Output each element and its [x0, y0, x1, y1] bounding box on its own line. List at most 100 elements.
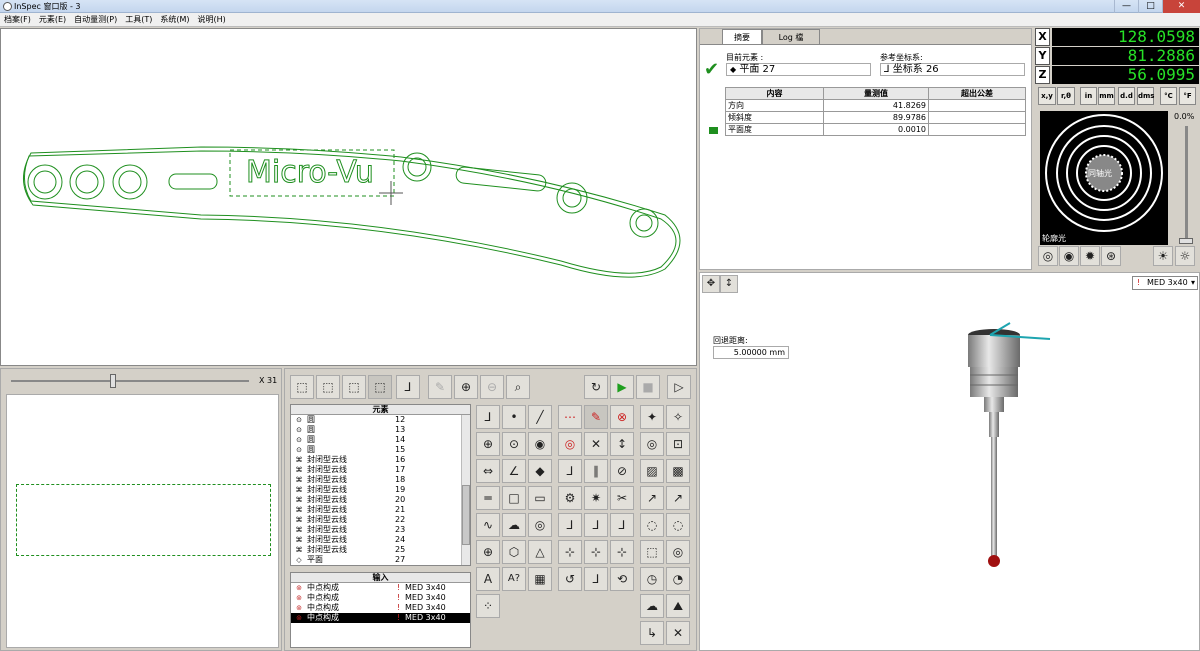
- circle-plus-icon[interactable]: ⊕: [476, 432, 500, 456]
- translate-x-icon[interactable]: ⊹: [558, 540, 582, 564]
- align-x-icon[interactable]: ⅃: [558, 513, 582, 537]
- ring-icon[interactable]: ◎: [528, 513, 552, 537]
- input-row[interactable]: ⊚ 中点构成! MED 3x40: [291, 613, 470, 623]
- measurement-row[interactable]: 平面度 0.0010: [725, 123, 1026, 136]
- target-circle-icon[interactable]: ⊗: [610, 405, 634, 429]
- align-y-icon[interactable]: ⅃: [584, 513, 608, 537]
- feature-row[interactable]: ⌘ 封闭型云线 23: [291, 525, 470, 535]
- decimal-degree-button[interactable]: d.d: [1118, 87, 1135, 105]
- hexagon-dashed-icon[interactable]: ◌: [666, 513, 690, 537]
- edge-trace-icon[interactable]: ✂: [610, 486, 634, 510]
- cross-icon[interactable]: ✕: [584, 432, 608, 456]
- dotted-line-icon[interactable]: ⋯: [558, 405, 582, 429]
- input-row[interactable]: ⊚ 中点构成! MED 3x40: [291, 593, 470, 603]
- gear-icon[interactable]: ⚙: [558, 486, 582, 510]
- perpendicular-icon[interactable]: ⅃: [558, 459, 582, 483]
- spline-icon[interactable]: ∿: [476, 513, 500, 537]
- input-row[interactable]: ⊚ 中点构成! MED 3x40: [291, 603, 470, 613]
- cone-icon[interactable]: △: [528, 540, 552, 564]
- light-segments-icon[interactable]: ✹: [1080, 246, 1100, 266]
- step-icon[interactable]: ▷: [667, 375, 691, 399]
- light-single-icon[interactable]: ◎: [1038, 246, 1058, 266]
- clock-icon[interactable]: ◷: [640, 567, 664, 591]
- crosshair-star-icon[interactable]: ✦: [640, 405, 664, 429]
- cross-axis-icon[interactable]: ✕: [666, 621, 690, 645]
- double-line-icon[interactable]: ═: [476, 486, 500, 510]
- mm-unit-button[interactable]: mm: [1098, 87, 1115, 105]
- maximize-button[interactable]: □: [1138, 0, 1162, 13]
- feature-row[interactable]: ⌘ 封闭型云线 19: [291, 485, 470, 495]
- feature-list[interactable]: 元素 ⊙ 圆 12 ⊙ 圆 13 ⊙ 圆 14 ⊙ 圆 15 ⌘ 封闭型云线 16 ⌘ 封闭型云线 17 ⌘ 封闭型云…: [290, 404, 471, 566]
- view-cube-iso-icon[interactable]: ⬚: [368, 375, 392, 399]
- feature-row[interactable]: ⌘ 封闭型云线 25: [291, 545, 470, 555]
- input-row[interactable]: ⊚ 中点构成! MED 3x40: [291, 583, 470, 593]
- feature-row[interactable]: ⊙ 圆 12: [291, 415, 470, 425]
- drawing-viewer[interactable]: Micro-Vu: [0, 28, 697, 366]
- zero-icon[interactable]: ⊘: [610, 459, 634, 483]
- cylinder-icon[interactable]: ⬡: [502, 540, 526, 564]
- menu-tools[interactable]: 工具(T): [121, 13, 156, 26]
- zoom-slider-track[interactable]: [11, 380, 249, 382]
- fahrenheit-button[interactable]: °F: [1179, 87, 1196, 105]
- frame-icon[interactable]: ⬚: [640, 540, 664, 564]
- input-list[interactable]: 输入 ⊚ 中点构成! MED 3x40 ⊚ 中点构成! MED 3x40 ⊚ 中点构成! MED…: [290, 572, 471, 648]
- angle-icon[interactable]: ∠: [502, 459, 526, 483]
- axis-rotate-icon[interactable]: ⅃: [584, 567, 608, 591]
- translate-z-icon[interactable]: ⊹: [610, 540, 634, 564]
- measurement-row[interactable]: 倾斜度 89.9786: [725, 111, 1026, 124]
- crosshair-star2-icon[interactable]: ✧: [666, 405, 690, 429]
- close-button[interactable]: ✕: [1162, 0, 1200, 13]
- sphere-icon[interactable]: ⊕: [476, 540, 500, 564]
- rotate-icon[interactable]: ↺: [558, 567, 582, 591]
- circle-dim-icon[interactable]: ◎: [640, 432, 664, 456]
- probe-cluster-icon[interactable]: ✎: [584, 405, 608, 429]
- stop-icon[interactable]: ■: [636, 375, 660, 399]
- brightness-up-icon[interactable]: ☼: [1175, 246, 1195, 266]
- zoom-slider-thumb[interactable]: [110, 374, 117, 388]
- menu-auto-measure[interactable]: 自动量测(P): [70, 13, 121, 26]
- vertical-move-icon[interactable]: ↕: [720, 275, 738, 293]
- inch-unit-button[interactable]: in: [1080, 87, 1097, 105]
- eye-icon[interactable]: ◉: [528, 432, 552, 456]
- light-ring-view[interactable]: 同轴光 轮廓光: [1040, 111, 1168, 245]
- parallel-icon[interactable]: ∥: [584, 459, 608, 483]
- translate-y-icon[interactable]: ⊹: [584, 540, 608, 564]
- terrain-icon[interactable]: ⛰: [666, 594, 690, 618]
- calculator-icon[interactable]: ▦: [528, 567, 552, 591]
- point-cloud-icon[interactable]: ⁘: [476, 594, 500, 618]
- line-icon[interactable]: ╱: [528, 405, 552, 429]
- probe-select[interactable]: ! MED 3x40 ▾: [1132, 276, 1198, 290]
- zoom-out-icon[interactable]: ⊖: [480, 375, 504, 399]
- play-icon[interactable]: ▶: [610, 375, 634, 399]
- light-slider-track[interactable]: [1185, 126, 1188, 244]
- cloud-shape-icon[interactable]: ☁: [640, 594, 664, 618]
- feature-row[interactable]: ⊙ 圆 14: [291, 435, 470, 445]
- dms-button[interactable]: dms: [1137, 87, 1154, 105]
- image-icon[interactable]: ▨: [640, 459, 664, 483]
- menu-system[interactable]: 系统(M): [156, 13, 193, 26]
- view-cube-top-icon[interactable]: ⬚: [342, 375, 366, 399]
- feature-row[interactable]: ⌘ 封闭型云线 16: [291, 455, 470, 465]
- slot-icon[interactable]: ▭: [528, 486, 552, 510]
- xy-unit-button[interactable]: x,y: [1038, 87, 1056, 105]
- axis-icon[interactable]: ⅃: [396, 375, 420, 399]
- rectangle-icon[interactable]: □: [502, 486, 526, 510]
- point-icon[interactable]: •: [502, 405, 526, 429]
- vertical-split-icon[interactable]: ↕: [610, 432, 634, 456]
- feature-row[interactable]: ⊙ 圆 13: [291, 425, 470, 435]
- distance-icon[interactable]: ⇔: [476, 459, 500, 483]
- menu-feature[interactable]: 元素(E): [35, 13, 70, 26]
- plane-icon[interactable]: ◆: [528, 459, 552, 483]
- origin-point-icon[interactable]: ⅃: [476, 405, 500, 429]
- feature-row[interactable]: ⌘ 封闭型云线 21: [291, 505, 470, 515]
- measurement-row[interactable]: 方向 41.8269: [725, 99, 1026, 112]
- menu-help[interactable]: 说明(H): [194, 13, 230, 26]
- light-slider-thumb[interactable]: [1179, 238, 1193, 244]
- disk-icon[interactable]: ◎: [666, 540, 690, 564]
- arrow-axis-icon[interactable]: ↳: [640, 621, 664, 645]
- cloud-icon[interactable]: ☁: [502, 513, 526, 537]
- celsius-button[interactable]: °C: [1160, 87, 1177, 105]
- rect-dim-icon[interactable]: ⊡: [666, 432, 690, 456]
- run-loop-icon[interactable]: ↻: [584, 375, 608, 399]
- tab-log[interactable]: Log 檔: [762, 29, 820, 44]
